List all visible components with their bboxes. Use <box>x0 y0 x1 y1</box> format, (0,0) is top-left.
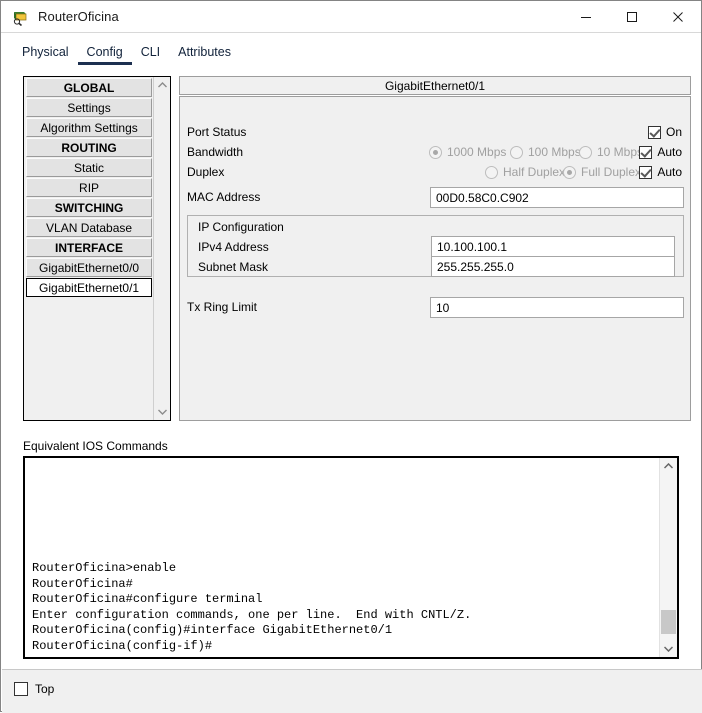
port-status-label: Port Status <box>187 122 246 142</box>
duplex-label: Duplex <box>187 162 224 182</box>
sidebar-item-routing[interactable]: ROUTING <box>26 138 152 157</box>
port-status-row: Port Status On <box>180 122 692 142</box>
bandwidth-option-label: 1000 Mbps <box>447 145 506 159</box>
bandwidth-option-100[interactable]: 100 Mbps <box>510 145 581 159</box>
radio-icon <box>563 166 576 179</box>
sidebar-item-rip[interactable]: RIP <box>26 178 152 197</box>
sidebar-item-settings[interactable]: Settings <box>26 98 152 117</box>
config-sidebar: GLOBAL Settings Algorithm Settings ROUTI… <box>23 76 171 421</box>
bandwidth-option-label: 100 Mbps <box>528 145 581 159</box>
scroll-down-arrow-icon[interactable] <box>660 641 676 657</box>
tx-ring-limit-row: Tx Ring Limit <box>180 297 692 317</box>
tab-config[interactable]: Config <box>78 45 132 65</box>
router-device-icon <box>11 8 29 26</box>
bandwidth-option-10[interactable]: 10 Mbps <box>579 145 643 159</box>
tx-ring-limit-input[interactable] <box>430 297 684 318</box>
duplex-auto-label: Auto <box>657 165 682 179</box>
bandwidth-auto-label: Auto <box>657 145 682 159</box>
top-checkbox[interactable]: Top <box>14 682 54 696</box>
minimize-button[interactable] <box>563 1 609 32</box>
window-title: RouterOficina <box>38 9 119 24</box>
ios-console-scrollbar[interactable] <box>659 458 677 657</box>
ip-configuration-group: IP Configuration IPv4 Address Subnet Mas… <box>187 215 684 277</box>
radio-icon <box>510 146 523 159</box>
scroll-down-arrow-icon[interactable] <box>154 404 170 420</box>
bandwidth-row: Bandwidth 1000 Mbps 100 Mbps 10 Mbps <box>180 142 692 162</box>
close-button[interactable] <box>655 1 701 32</box>
sidebar-item-static[interactable]: Static <box>26 158 152 177</box>
tab-cli[interactable]: CLI <box>132 45 169 65</box>
ios-commands-console[interactable]: RouterOficina>enable RouterOficina# Rout… <box>23 456 679 659</box>
tx-ring-limit-label: Tx Ring Limit <box>187 297 257 317</box>
duplex-row: Duplex Half Duplex Full Duplex Auto <box>180 162 692 182</box>
ip-configuration-label: IP Configuration <box>198 220 284 234</box>
checkbox-icon <box>14 682 28 696</box>
ios-commands-label: Equivalent IOS Commands <box>23 439 168 453</box>
radio-icon <box>429 146 442 159</box>
sidebar-item-vlan-database[interactable]: VLAN Database <box>26 218 152 237</box>
sidebar-item-switching[interactable]: SWITCHING <box>26 198 152 217</box>
bandwidth-label: Bandwidth <box>187 142 243 162</box>
sidebar-item-interface[interactable]: INTERFACE <box>26 238 152 257</box>
duplex-auto-checkbox[interactable]: Auto <box>639 165 682 179</box>
panel-title: GigabitEthernet0/1 <box>179 76 691 95</box>
mac-address-row: MAC Address <box>180 187 692 207</box>
ipv4-address-input[interactable] <box>431 236 675 257</box>
panel-body: Port Status On Bandwidth 1000 Mbps <box>179 96 691 421</box>
bandwidth-option-label: 10 Mbps <box>597 145 643 159</box>
maximize-icon <box>626 11 638 23</box>
duplex-option-label: Half Duplex <box>503 165 565 179</box>
checkbox-icon <box>648 126 661 139</box>
top-checkbox-label: Top <box>35 682 54 696</box>
interface-config-panel: GigabitEthernet0/1 Port Status On Bandwi… <box>179 76 691 421</box>
ios-commands-text-area[interactable]: RouterOficina>enable RouterOficina# Rout… <box>25 458 659 657</box>
mac-address-label: MAC Address <box>187 187 260 207</box>
scroll-up-arrow-icon[interactable] <box>154 77 170 93</box>
port-status-toggle-label: On <box>666 125 682 139</box>
port-status-checkbox[interactable]: On <box>648 125 682 139</box>
subnet-mask-label: Subnet Mask <box>198 260 268 274</box>
device-config-window: RouterOficina Physical Config <box>0 0 702 712</box>
tab-bar: Physical Config CLI Attributes <box>13 45 691 67</box>
title-bar: RouterOficina <box>1 1 701 33</box>
ipv4-address-label: IPv4 Address <box>198 240 269 254</box>
scrollbar-thumb[interactable] <box>661 610 676 634</box>
sidebar-item-gigabitethernet0-0[interactable]: GigabitEthernet0/0 <box>26 258 152 277</box>
sidebar-scrollbar[interactable] <box>153 77 170 420</box>
bandwidth-option-1000[interactable]: 1000 Mbps <box>429 145 506 159</box>
duplex-option-label: Full Duplex <box>581 165 641 179</box>
ios-commands-text: RouterOficina>enable RouterOficina# Rout… <box>32 561 471 654</box>
sidebar-item-gigabitethernet0-1[interactable]: GigabitEthernet0/1 <box>26 278 152 297</box>
config-content: GLOBAL Settings Algorithm Settings ROUTI… <box>13 71 691 699</box>
maximize-button[interactable] <box>609 1 655 32</box>
sidebar-item-global[interactable]: GLOBAL <box>26 78 152 97</box>
tab-physical[interactable]: Physical <box>13 45 78 65</box>
window-controls <box>563 1 701 32</box>
bottom-bar: Top <box>2 669 702 713</box>
duplex-option-half[interactable]: Half Duplex <box>485 165 565 179</box>
radio-icon <box>485 166 498 179</box>
checkbox-icon <box>639 146 652 159</box>
radio-icon <box>579 146 592 159</box>
minimize-icon <box>580 11 592 23</box>
close-icon <box>672 11 684 23</box>
sidebar-list: GLOBAL Settings Algorithm Settings ROUTI… <box>24 77 153 420</box>
bandwidth-auto-checkbox[interactable]: Auto <box>639 145 682 159</box>
checkbox-icon <box>639 166 652 179</box>
subnet-mask-input[interactable] <box>431 256 675 277</box>
duplex-option-full[interactable]: Full Duplex <box>563 165 641 179</box>
scroll-up-arrow-icon[interactable] <box>660 458 676 474</box>
sidebar-item-algorithm-settings[interactable]: Algorithm Settings <box>26 118 152 137</box>
mac-address-input[interactable] <box>430 187 684 208</box>
tab-attributes[interactable]: Attributes <box>169 45 240 65</box>
